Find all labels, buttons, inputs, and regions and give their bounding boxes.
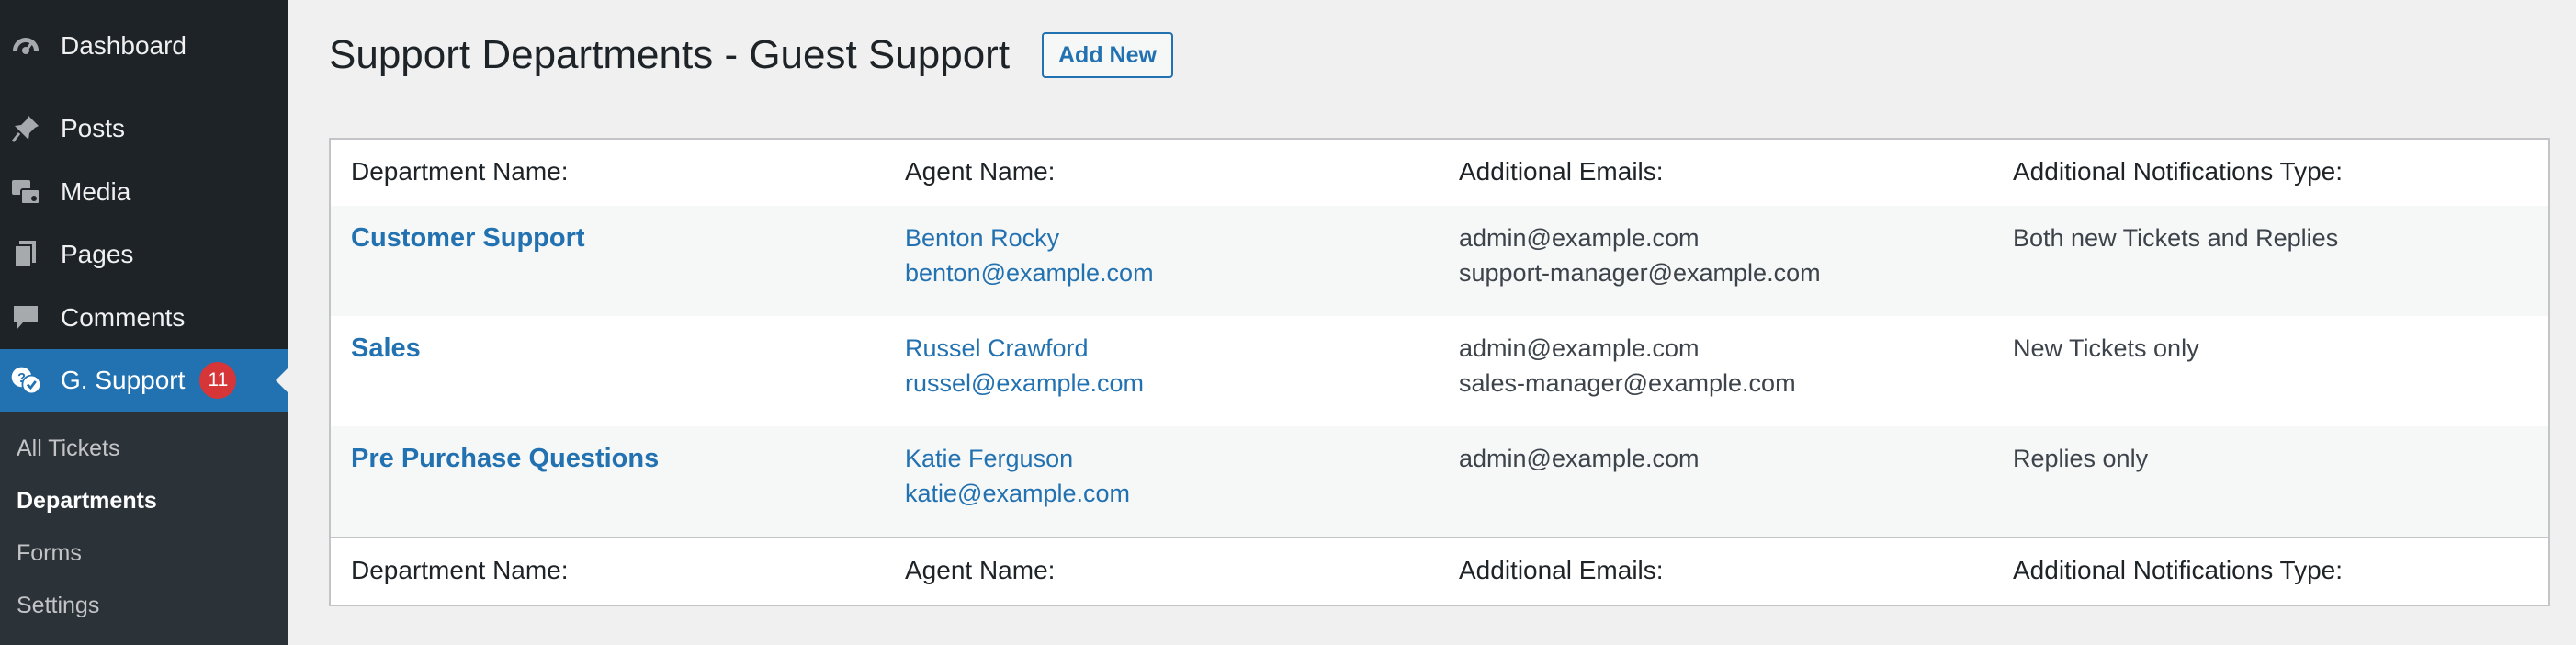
departments-table: Department Name: Agent Name: Additional … xyxy=(329,138,2550,606)
notification-type: New Tickets only xyxy=(2013,334,2199,362)
additional-email: admin@example.com xyxy=(1459,224,1700,252)
table-row: Pre Purchase Questions Katie Ferguson ka… xyxy=(331,426,2548,537)
department-link[interactable]: Customer Support xyxy=(351,221,585,255)
admin-sidebar: Dashboard Posts Media Pages Comments ? G… xyxy=(0,0,288,645)
column-footer-emails[interactable]: Additional Emails: xyxy=(1459,553,1664,588)
dashboard-icon xyxy=(9,29,42,62)
menu-label: Comments xyxy=(61,303,186,332)
menu-item-comments[interactable]: Comments xyxy=(0,287,288,349)
agent-cell: Benton Rocky benton@example.com xyxy=(905,221,1154,290)
menu-item-dashboard[interactable]: Dashboard xyxy=(0,15,288,77)
page-title: Support Departments - Guest Support xyxy=(329,32,1011,77)
additional-email: support-manager@example.com xyxy=(1459,259,1821,287)
submenu-settings[interactable]: Settings xyxy=(17,593,99,619)
agent-email-link[interactable]: benton@example.com xyxy=(905,255,1154,290)
submenu-departments[interactable]: Departments xyxy=(17,488,157,515)
additional-email: admin@example.com xyxy=(1459,334,1700,362)
column-footer-agent[interactable]: Agent Name: xyxy=(905,553,1055,588)
menu-item-g-support[interactable]: ? G. Support 11 xyxy=(0,349,288,412)
agent-email-link[interactable]: katie@example.com xyxy=(905,476,1130,511)
menu-item-pages[interactable]: Pages xyxy=(0,223,288,286)
table-header: Department Name: Agent Name: Additional … xyxy=(331,140,2548,208)
menu-item-media[interactable]: Media xyxy=(0,161,288,223)
menu-label: Pages xyxy=(61,240,134,268)
column-footer-notifications[interactable]: Additional Notifications Type: xyxy=(2013,553,2343,588)
pages-icon xyxy=(9,238,42,271)
active-arrow-icon xyxy=(276,368,288,393)
table-row: Customer Support Benton Rocky benton@exa… xyxy=(331,206,2548,316)
menu-item-posts[interactable]: Posts xyxy=(0,97,288,160)
agent-email-link[interactable]: russel@example.com xyxy=(905,366,1144,401)
table-row: Sales Russel Crawford russel@example.com… xyxy=(331,316,2548,426)
additional-email: admin@example.com xyxy=(1459,445,1700,472)
table-footer: Department Name: Agent Name: Additional … xyxy=(331,537,2548,605)
submenu-forms[interactable]: Forms xyxy=(17,540,82,567)
agent-name-link[interactable]: Benton Rocky xyxy=(905,221,1154,255)
additional-email: sales-manager@example.com xyxy=(1459,369,1796,397)
agent-name-link[interactable]: Katie Ferguson xyxy=(905,441,1130,476)
department-link[interactable]: Pre Purchase Questions xyxy=(351,441,659,476)
menu-label: G. Support xyxy=(61,366,186,394)
department-link[interactable]: Sales xyxy=(351,331,421,366)
pin-icon xyxy=(9,112,42,145)
menu-label: Media xyxy=(61,177,131,206)
notification-type: Both new Tickets and Replies xyxy=(2013,224,2339,252)
emails-cell: admin@example.com xyxy=(1459,441,1700,476)
notification-badge: 11 xyxy=(199,362,237,399)
comment-icon xyxy=(9,301,42,334)
media-icon xyxy=(9,175,42,209)
column-header-emails[interactable]: Additional Emails: xyxy=(1459,154,1664,189)
menu-label: Posts xyxy=(61,114,126,142)
agent-cell: Katie Ferguson katie@example.com xyxy=(905,441,1130,511)
add-new-button[interactable]: Add New xyxy=(1042,32,1173,78)
agent-cell: Russel Crawford russel@example.com xyxy=(905,331,1144,401)
support-submenu: All Tickets Departments Forms Settings xyxy=(0,412,288,645)
column-header-notifications[interactable]: Additional Notifications Type: xyxy=(2013,154,2343,189)
svg-text:?: ? xyxy=(17,371,26,386)
column-footer-department[interactable]: Department Name: xyxy=(351,553,569,588)
agent-name-link[interactable]: Russel Crawford xyxy=(905,331,1144,366)
submenu-all-tickets[interactable]: All Tickets xyxy=(17,436,120,462)
notification-type: Replies only xyxy=(2013,445,2149,472)
emails-cell: admin@example.com sales-manager@example.… xyxy=(1459,331,1796,401)
column-header-agent[interactable]: Agent Name: xyxy=(905,154,1055,189)
menu-label: Dashboard xyxy=(61,31,186,60)
column-header-department[interactable]: Department Name: xyxy=(351,154,569,189)
emails-cell: admin@example.com support-manager@exampl… xyxy=(1459,221,1821,290)
support-icon: ? xyxy=(9,364,42,397)
